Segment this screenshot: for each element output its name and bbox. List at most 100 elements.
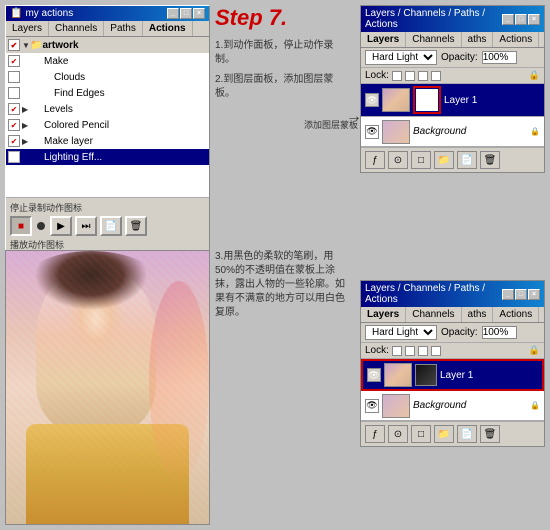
- action-colored-pencil[interactable]: ✔ ▶ Colored Pencil: [6, 117, 209, 133]
- new-mask-button-bottom[interactable]: □: [411, 425, 431, 443]
- expand-artwork[interactable]: ▼: [22, 41, 30, 50]
- tab-channels[interactable]: Channels: [49, 21, 104, 36]
- tab-layers[interactable]: Layers: [6, 21, 49, 36]
- action-lighting-eff[interactable]: ✔ Lighting Eff...: [6, 149, 209, 165]
- label-find-edges: Find Edges: [54, 88, 105, 99]
- lt-tab-actions[interactable]: Actions: [493, 32, 539, 47]
- layer1-thumb-inner-top: [383, 89, 409, 111]
- bg-eye-top[interactable]: 👁: [365, 125, 379, 139]
- blend-row-top: Hard Light Opacity:: [361, 48, 544, 68]
- label-clouds: Clouds: [54, 72, 85, 83]
- step3-text: 3.用黑色的柔软的笔刷，用50%的不透明值在蒙板上涂抹，露出人物的一些轮廓。如果…: [215, 250, 345, 320]
- instruction-2: 2.到图层面板，添加图层蒙板。: [215, 73, 345, 101]
- check-colored-pencil[interactable]: ✔: [8, 119, 20, 131]
- new-layer-button-bottom[interactable]: 📄: [457, 425, 477, 443]
- lt-maximize[interactable]: □: [515, 14, 527, 25]
- lt-tab-layers[interactable]: Layers: [361, 32, 406, 47]
- opacity-input-bottom[interactable]: [482, 326, 517, 339]
- lock-all-bottom[interactable]: [431, 346, 441, 356]
- lock-transparent-top[interactable]: [392, 71, 402, 81]
- actions-titlebar: 📋 my actions _ □ ×: [6, 6, 209, 21]
- fx-button-top[interactable]: ƒ: [365, 151, 385, 169]
- lb-maximize[interactable]: □: [515, 289, 527, 300]
- actions-list: ✔ ▼ 📁 artwork ✔ Make Clouds Find Edges ✔…: [6, 37, 209, 197]
- maximize-button[interactable]: □: [180, 8, 192, 19]
- new-fill-button-bottom[interactable]: ⊙: [388, 425, 408, 443]
- lt-close[interactable]: ×: [528, 14, 540, 25]
- new-action-button[interactable]: 📄: [100, 216, 122, 236]
- layer-row-1-bottom[interactable]: 👁 Layer 1: [361, 359, 544, 391]
- background-row-bottom[interactable]: 👁 Background 🔒: [361, 391, 544, 421]
- action-group-artwork[interactable]: ✔ ▼ 📁 artwork: [6, 37, 209, 53]
- blend-mode-select-top[interactable]: Hard Light: [365, 50, 437, 65]
- lock-row-bottom: Lock: 🔒: [361, 343, 544, 359]
- art-smear: [149, 281, 209, 481]
- actions-toolbar: 停止录制动作图标 ■ ▶ ⏭ 📄 🗑 播放动作图标: [6, 197, 209, 254]
- expand-make-layer[interactable]: ▶: [22, 137, 30, 146]
- window-controls: _ □ ×: [167, 8, 205, 19]
- opacity-input-top[interactable]: [482, 51, 517, 64]
- lock-paint-bottom[interactable]: [405, 346, 415, 356]
- check-levels[interactable]: ✔: [8, 103, 20, 115]
- tab-actions[interactable]: Actions: [143, 21, 193, 36]
- photo-girl: [6, 251, 209, 524]
- new-fill-button-top[interactable]: ⊙: [388, 151, 408, 169]
- layers-bottom-titlebar: Layers / Channels / Paths / Actions _ □ …: [361, 281, 544, 307]
- check-make[interactable]: ✔: [8, 55, 20, 67]
- lb-close[interactable]: ×: [528, 289, 540, 300]
- delete-layer-button-top[interactable]: 🗑: [480, 151, 500, 169]
- instruction-1: 1.到动作面板，停止动作录制。: [215, 39, 345, 67]
- new-group-button-bottom[interactable]: 📁: [434, 425, 454, 443]
- actions-title: my actions: [25, 8, 73, 19]
- check-artwork[interactable]: ✔: [8, 39, 20, 51]
- lt-minimize[interactable]: _: [502, 14, 514, 25]
- opacity-label-top: Opacity:: [441, 52, 478, 63]
- close-button[interactable]: ×: [193, 8, 205, 19]
- layer1-eye-top[interactable]: 👁: [365, 93, 379, 107]
- bg-name-top: Background: [413, 126, 527, 137]
- lock-all-top[interactable]: [431, 71, 441, 81]
- lb-minimize[interactable]: _: [502, 289, 514, 300]
- background-row-top[interactable]: 👁 Background 🔒: [361, 117, 544, 147]
- lock-transparent-bottom[interactable]: [392, 346, 402, 356]
- check-make-layer[interactable]: ✔: [8, 135, 20, 147]
- lock-label-top: Lock:: [365, 70, 389, 81]
- expand-levels[interactable]: ▶: [22, 105, 30, 114]
- new-group-button-top[interactable]: 📁: [434, 151, 454, 169]
- minimize-button[interactable]: _: [167, 8, 179, 19]
- fx-button-bottom[interactable]: ƒ: [365, 425, 385, 443]
- check-find-edges[interactable]: [8, 87, 20, 99]
- play-button[interactable]: ▶: [50, 216, 72, 236]
- check-lighting[interactable]: ✔: [8, 151, 20, 163]
- lb-tab-actions[interactable]: Actions: [493, 307, 539, 322]
- lt-tab-paths[interactable]: aths: [462, 32, 494, 47]
- action-find-edges[interactable]: Find Edges: [6, 85, 209, 101]
- layer1-eye-bottom[interactable]: 👁: [367, 368, 381, 382]
- lock-move-top[interactable]: [418, 71, 428, 81]
- layers-bottom-winctrl: _ □ ×: [502, 289, 540, 300]
- check-clouds[interactable]: [8, 71, 20, 83]
- blend-mode-select-bottom[interactable]: Hard Light: [365, 325, 437, 340]
- action-levels[interactable]: ✔ ▶ Levels: [6, 101, 209, 117]
- stop-button[interactable]: ■: [10, 216, 32, 236]
- delete-layer-button-bottom[interactable]: 🗑: [480, 425, 500, 443]
- layer1-name-bottom: Layer 1: [440, 370, 538, 381]
- new-mask-button-top[interactable]: □: [411, 151, 431, 169]
- action-make[interactable]: ✔ Make: [6, 53, 209, 69]
- lb-tab-channels[interactable]: Channels: [406, 307, 461, 322]
- tab-paths[interactable]: Paths: [104, 21, 143, 36]
- delete-button[interactable]: 🗑: [125, 216, 147, 236]
- lt-tab-channels[interactable]: Channels: [406, 32, 461, 47]
- new-layer-button-top[interactable]: 📄: [457, 151, 477, 169]
- layers-top-tabs: Layers Channels aths Actions: [361, 32, 544, 48]
- lb-tab-paths[interactable]: aths: [462, 307, 494, 322]
- layer-row-1-top[interactable]: 👁 Layer 1: [361, 84, 544, 117]
- action-clouds[interactable]: Clouds: [6, 69, 209, 85]
- lb-tab-layers[interactable]: Layers: [361, 307, 406, 322]
- bg-eye-bottom[interactable]: 👁: [365, 399, 379, 413]
- lock-paint-top[interactable]: [405, 71, 415, 81]
- action-make-layer[interactable]: ✔ ▶ Make layer: [6, 133, 209, 149]
- expand-colored-pencil[interactable]: ▶: [22, 121, 30, 130]
- forward-button[interactable]: ⏭: [75, 216, 97, 236]
- lock-move-bottom[interactable]: [418, 346, 428, 356]
